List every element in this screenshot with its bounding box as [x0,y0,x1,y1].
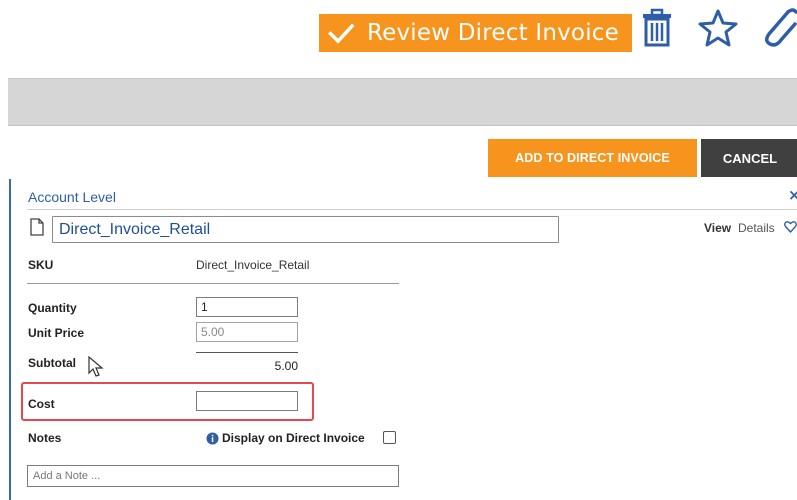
paperclip-icon[interactable] [758,6,797,50]
subtotal-value: 5.00 [274,359,298,373]
display-on-invoice-label: Display on Direct Invoice [222,431,365,445]
section-divider [27,209,797,210]
toolbar-bar [8,78,797,126]
view-label: View [704,221,732,235]
mouse-cursor-icon [88,356,104,377]
subtotal-label: Subtotal [28,356,76,370]
quantity-label: Quantity [28,301,77,315]
close-icon[interactable]: × [788,186,797,204]
heart-icon[interactable] [784,220,797,234]
unit-price-field[interactable] [196,322,298,342]
details-link[interactable]: Details [738,221,775,235]
unit-price-label: Unit Price [28,326,85,340]
display-on-invoice-checkbox[interactable] [383,431,396,444]
check-icon [328,23,355,44]
star-icon[interactable] [697,8,739,48]
document-icon [30,218,44,236]
cancel-button[interactable]: CANCEL [701,139,797,177]
panel-left-border [9,179,11,500]
divider [27,283,399,284]
cost-label: Cost [28,397,55,411]
cost-field[interactable] [196,391,298,411]
item-name-field[interactable] [52,216,559,243]
notes-label: Notes [28,431,62,445]
add-to-direct-invoice-button[interactable]: ADD TO DIRECT INVOICE [488,139,697,177]
page-title: Review Direct Invoice [367,20,619,46]
trash-icon[interactable] [640,8,674,48]
note-input[interactable] [27,465,399,487]
sku-label: SKU [28,258,54,272]
review-direct-invoice-banner: Review Direct Invoice [319,14,632,52]
subtotal-rule [196,352,298,353]
info-icon[interactable] [206,432,219,445]
sku-value: Direct_Invoice_Retail [196,258,310,272]
quantity-field[interactable] [196,297,298,317]
section-title: Account Level [28,189,116,205]
